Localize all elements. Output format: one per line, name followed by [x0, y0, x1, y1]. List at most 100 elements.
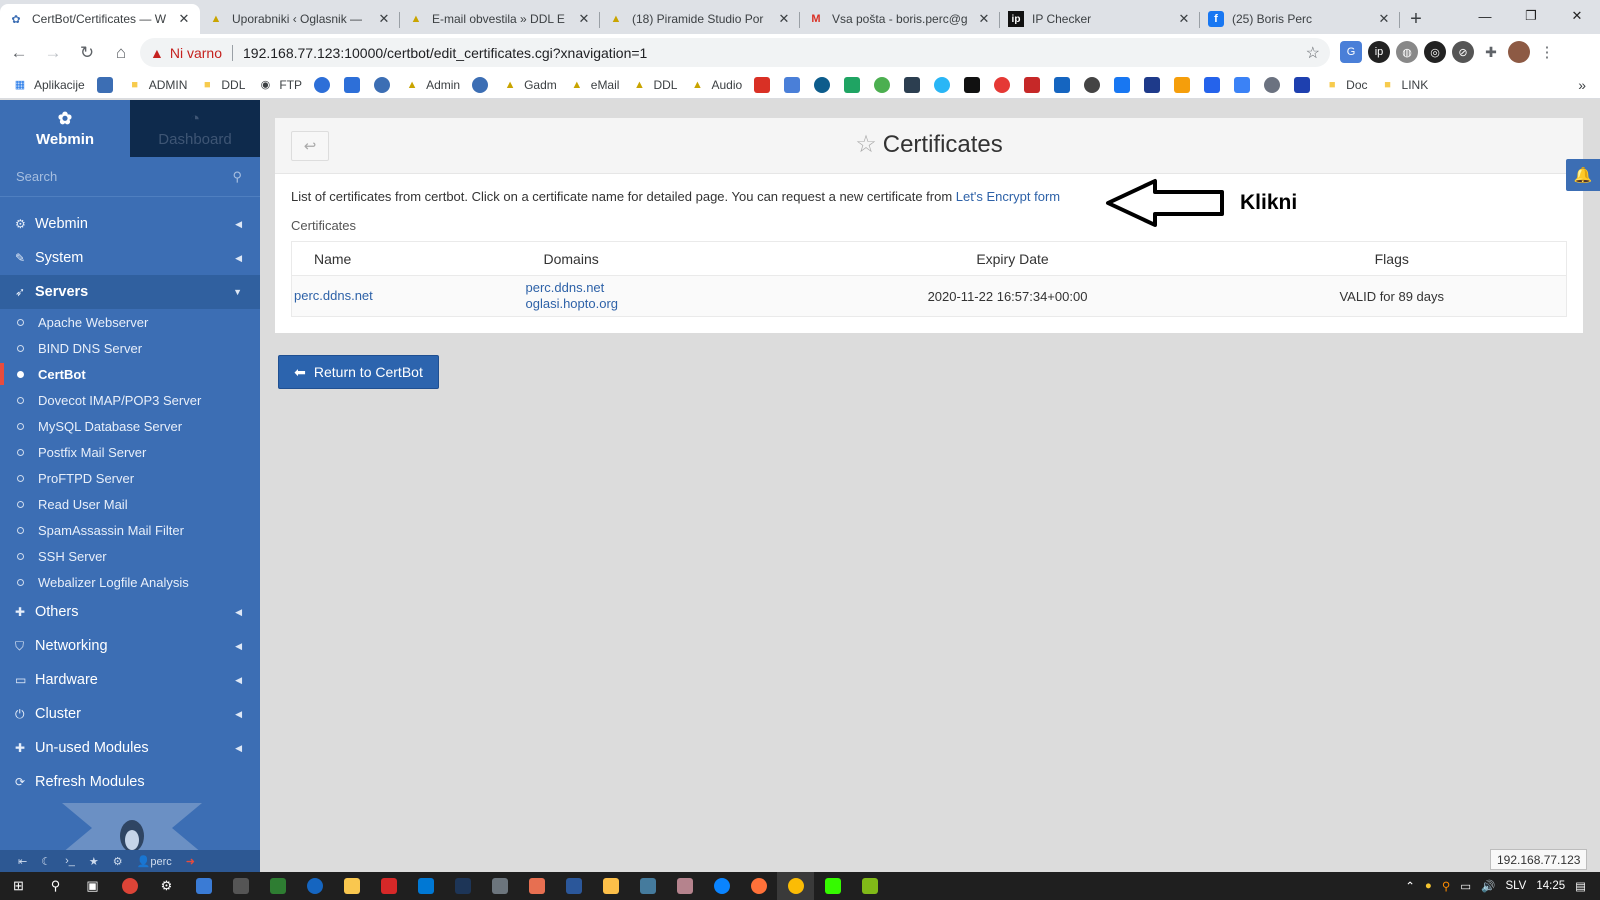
bookmark-ddl-folder[interactable]: ■ DDL [199, 77, 245, 93]
tab-close-icon[interactable]: ✕ [1176, 11, 1192, 27]
submenu-item-mysql[interactable]: MySQL Database Server [0, 413, 260, 439]
domain-link[interactable]: perc.ddns.net [526, 280, 796, 296]
bookmark-ip-icon[interactable] [964, 76, 981, 93]
bookmark-ip2-icon[interactable] [1054, 76, 1071, 93]
back-button[interactable]: ← [4, 38, 34, 68]
bookmark-sync-icon[interactable] [874, 76, 891, 93]
bookmark-webmin-icon[interactable] [472, 76, 489, 93]
taskbar-mail-icon[interactable] [407, 872, 444, 900]
tray-clock[interactable]: 14:25 [1536, 880, 1565, 892]
block-extension-icon[interactable]: ⊘ [1452, 41, 1474, 63]
sidebar-item-system[interactable]: ✎ System ◀ [0, 241, 260, 275]
taskbar-notes-icon[interactable] [592, 872, 629, 900]
taskbar-word-icon[interactable] [555, 872, 592, 900]
tray-app-icon[interactable]: ● [1425, 880, 1432, 892]
tray-chevron-up-icon[interactable]: ⌃ [1405, 879, 1415, 893]
bookmark-admin-folder[interactable]: ■ ADMIN [127, 77, 187, 93]
taskbar-app-icon[interactable] [444, 872, 481, 900]
sidebar-item-unused-modules[interactable]: ✚ Un-used Modules ◀ [0, 731, 260, 765]
bookmark-icon[interactable] [96, 76, 113, 93]
logout-icon[interactable]: ➜ [186, 855, 195, 868]
bookmark-link-folder[interactable]: ■ LINK [1380, 77, 1428, 93]
bookmark-network-icon[interactable] [1204, 76, 1221, 93]
tab-close-icon[interactable]: ✕ [376, 11, 392, 27]
reload-button[interactable]: ↻ [72, 38, 102, 68]
taskbar-app-icon[interactable] [629, 872, 666, 900]
new-tab-button[interactable]: + [1400, 4, 1432, 34]
bookmark-star-icon[interactable]: ☆ [1306, 43, 1320, 63]
taskbar-app-icon[interactable] [370, 872, 407, 900]
bookmark-calc-icon[interactable] [1294, 76, 1311, 93]
bookmark-admin[interactable]: ▲ Admin [404, 77, 460, 93]
submenu-item-proftpd[interactable]: ProFTPD Server [0, 465, 260, 491]
browser-tab-ipchecker[interactable]: ip IP Checker ✕ [1000, 4, 1200, 34]
taskbar-app-icon[interactable] [481, 872, 518, 900]
bookmark-ring-icon[interactable] [934, 76, 951, 93]
minimize-button[interactable]: — [1462, 0, 1508, 32]
vpn-extension-icon[interactable]: ◎ [1424, 41, 1446, 63]
tab-close-icon[interactable]: ✕ [176, 11, 192, 27]
sidebar-item-servers[interactable]: ➶ Servers ▼ [0, 275, 260, 309]
submenu-item-readmail[interactable]: Read User Mail [0, 491, 260, 517]
tray-search-icon[interactable]: ⚲ [1442, 879, 1450, 893]
taskbar-dreamweaver-icon[interactable] [814, 872, 851, 900]
sidebar-item-others[interactable]: ✚ Others ◀ [0, 595, 260, 629]
bookmark-apps[interactable]: ▦ Aplikacije [12, 77, 85, 93]
bookmark-email[interactable]: ▲ eMail [569, 77, 619, 93]
restore-button[interactable]: ❐ [1508, 0, 1554, 32]
bookmark-u-icon[interactable] [904, 76, 921, 93]
taskbar-terminal-icon[interactable] [222, 872, 259, 900]
translate-extension-icon[interactable]: G [1340, 41, 1362, 63]
favorite-star-icon[interactable]: ☆ [855, 131, 877, 158]
taskbar-app-icon[interactable] [518, 872, 555, 900]
taskbar-settings-icon[interactable]: ⚙ [148, 872, 185, 900]
profile-avatar[interactable] [1508, 41, 1530, 63]
collapse-icon[interactable]: ⇤ [18, 855, 27, 868]
column-header-domains[interactable]: Domains [521, 241, 798, 276]
submenu-item-ssh[interactable]: SSH Server [0, 543, 260, 569]
sidebar-item-hardware[interactable]: ▭ Hardware ◀ [0, 663, 260, 697]
bookmark-api-icon[interactable] [1234, 76, 1251, 93]
bookmark-translate-icon[interactable] [784, 76, 801, 93]
browser-tab-certbot[interactable]: ✿ CertBot/Certificates — W ✕ [0, 4, 200, 34]
bookmark-ftp[interactable]: ◉ FTP [257, 77, 302, 93]
search-icon[interactable]: ⚲ [232, 169, 242, 185]
taskbar-edge-icon[interactable] [703, 872, 740, 900]
submenu-item-apache[interactable]: Apache Webserver [0, 309, 260, 335]
bookmark-drive-icon[interactable] [844, 76, 861, 93]
home-button[interactable]: ⌂ [106, 38, 136, 68]
sidebar-item-cluster[interactable]: ⏻ Cluster ◀ [0, 697, 260, 731]
taskbar-chrome-active-icon[interactable] [777, 872, 814, 900]
sidebar-item-refresh-modules[interactable]: ⟳ Refresh Modules [0, 765, 260, 799]
address-bar[interactable]: ▲ Ni varno 192.168.77.123:10000/certbot/… [140, 38, 1330, 67]
taskbar-app-icon[interactable] [851, 872, 888, 900]
taskbar-app-icon[interactable] [185, 872, 222, 900]
bookmark-speed-icon[interactable] [1084, 76, 1101, 93]
close-window-button[interactable]: ✕ [1554, 0, 1600, 32]
settings-icon[interactable]: ⚙ [113, 855, 123, 868]
bookmark-facebook-icon[interactable] [1114, 76, 1131, 93]
tray-volume-icon[interactable]: 🔊 [1481, 879, 1495, 893]
dashboard-tab[interactable]: ◔ Dashboard [130, 100, 260, 157]
submenu-item-dovecot[interactable]: Dovecot IMAP/POP3 Server [0, 387, 260, 413]
tray-language[interactable]: SLV [1505, 880, 1526, 892]
more-bookmarks-icon[interactable]: » [1578, 77, 1586, 93]
bookmark-audio[interactable]: ▲ Audio [689, 77, 742, 93]
return-to-certbot-button[interactable]: ⬅ Return to CertBot [278, 355, 439, 389]
tab-close-icon[interactable]: ✕ [976, 11, 992, 27]
notification-bell-icon[interactable]: 🔔 [1566, 159, 1600, 191]
favorites-star-icon[interactable]: ★ [89, 855, 99, 868]
bookmark-sigma-icon[interactable] [1144, 76, 1161, 93]
search-input[interactable] [16, 169, 216, 184]
search-icon[interactable]: ⚲ [37, 872, 74, 900]
taskbar-app-icon[interactable] [296, 872, 333, 900]
browser-tab-oglasnik[interactable]: ▲ Uporabniki ‹ Oglasnik — ✕ [200, 4, 400, 34]
start-button[interactable]: ⊞ [0, 872, 37, 900]
browser-tab-piramide[interactable]: ▲ (18) Piramide Studio Por ✕ [600, 4, 800, 34]
bookmark-gmail-icon[interactable] [754, 76, 771, 93]
browser-tab-gmail[interactable]: M Vsa pošta - boris.perc@g ✕ [800, 4, 1000, 34]
url-text[interactable]: 192.168.77.123:10000/certbot/edit_certif… [243, 45, 647, 61]
submenu-item-postfix[interactable]: Postfix Mail Server [0, 439, 260, 465]
column-header-name[interactable]: Name [291, 241, 522, 276]
forward-button[interactable]: → [38, 38, 68, 68]
